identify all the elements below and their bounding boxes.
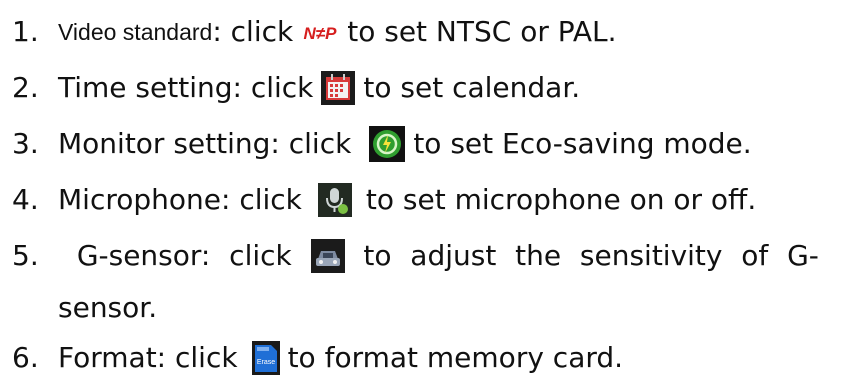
list-item-format: 6. Format: click Erase to format memory … [12, 334, 819, 382]
ntsc-pal-icon-text: N≠P [304, 24, 338, 43]
item-text: Monitor setting: click [58, 127, 352, 160]
item-label: Video standard [58, 19, 213, 45]
item-text: sensor. [58, 291, 158, 324]
item-text: to set calendar. [363, 71, 581, 104]
item-number: 3. [12, 127, 39, 160]
item-text: to set Eco-saving mode. [413, 127, 752, 160]
item-text: : click [212, 15, 294, 48]
item-word: of [741, 239, 769, 272]
memory-card-erase-icon-text: Erase [256, 359, 274, 366]
item-text: to set NTSC or PAL. [347, 15, 617, 48]
car-icon [310, 239, 345, 273]
microphone-icon [317, 183, 352, 217]
list-item-g-sensor: 5. G-sensor: click to adjust the sensiti… [12, 232, 819, 280]
eco-power-icon [369, 126, 406, 162]
item-text: Microphone: click [58, 183, 302, 216]
item-word: click [229, 239, 292, 272]
item-number: 5. [12, 239, 39, 272]
item-text: Time setting: click [58, 71, 314, 104]
item-word: G- [787, 239, 819, 272]
list-item-microphone: 4. Microphone: click to set microphone o… [12, 176, 819, 224]
memory-card-erase-icon: Erase [251, 341, 280, 375]
item-word: G-sensor: [76, 239, 211, 272]
item-text: Format: click [58, 341, 238, 374]
item-word: to [363, 239, 392, 272]
item-text: to set microphone on or off. [365, 183, 757, 216]
item-number: 4. [12, 183, 39, 216]
instruction-list: 1. Video standard : click N≠P to set NTS… [0, 0, 841, 384]
ntsc-pal-icon: N≠P [301, 17, 340, 47]
list-item-time-setting: 2. Time setting: click to set calendar. [12, 64, 819, 112]
item-word: sensitivity [579, 239, 723, 272]
item-number: 6. [12, 341, 39, 374]
list-item-video-standard: 1. Video standard : click N≠P to set NTS… [12, 8, 819, 56]
item-word: adjust [410, 239, 497, 272]
list-item-g-sensor-continuation: sensor. [12, 284, 819, 332]
item-word: the [515, 239, 562, 272]
list-item-monitor-setting: 3. Monitor setting: click to set Eco-sav… [12, 120, 819, 168]
item-number: 1. [12, 15, 39, 48]
item-number: 2. [12, 71, 39, 104]
calendar-icon [321, 71, 356, 105]
item-text: to format memory card. [287, 341, 624, 374]
